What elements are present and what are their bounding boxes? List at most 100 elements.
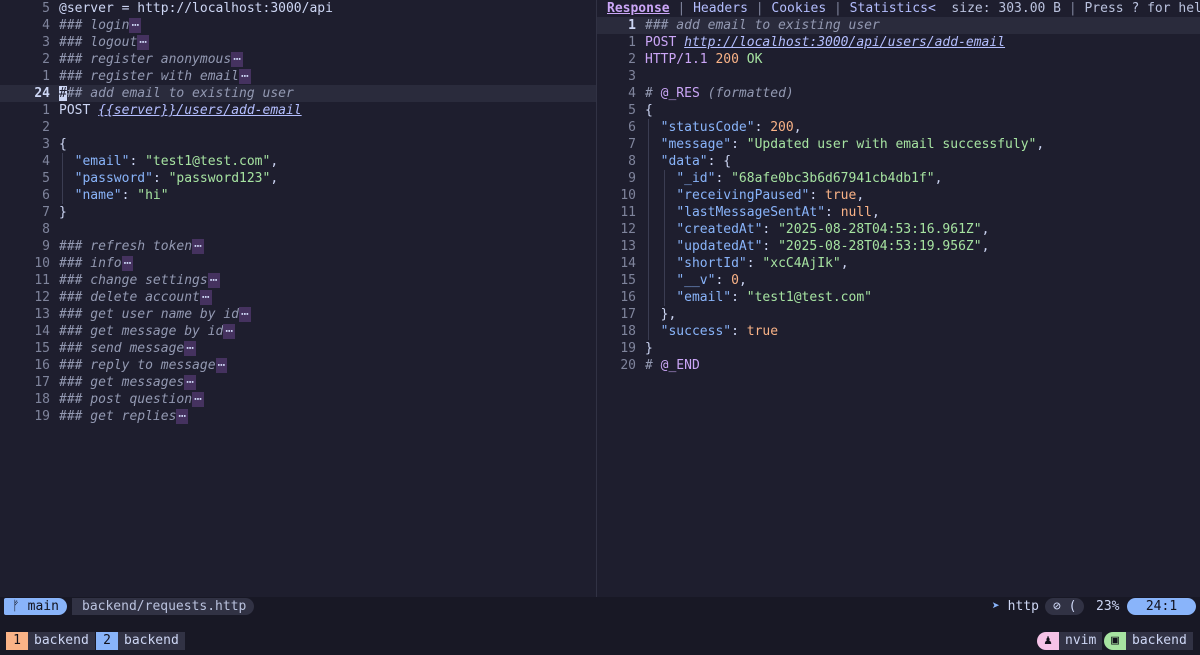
window-1-name[interactable]: backend <box>28 632 95 650</box>
fold-marker[interactable]: ⋯ <box>192 392 204 407</box>
code-line[interactable]: 1 ### add email to existing user <box>597 17 1200 34</box>
line-number: 6 <box>42 188 50 203</box>
code-line[interactable]: 15 "__v": 0, <box>597 272 1200 289</box>
code-line[interactable]: 5{ <box>597 102 1200 119</box>
fold-marker[interactable]: ⋯ <box>223 324 236 339</box>
code-line[interactable]: 9 ### refresh token ⋯ <box>0 238 596 255</box>
tab-separator: | <box>669 1 694 16</box>
fold-marker[interactable]: ⋯ <box>207 273 220 288</box>
code-line[interactable]: 7 "message": "Updated user with email su… <box>597 136 1200 153</box>
code-line[interactable]: 8 <box>0 221 596 238</box>
code-line[interactable]: 14 ### get message by id ⋯ <box>0 323 596 340</box>
code-line[interactable]: 5 "password": "password123", <box>0 170 596 187</box>
line-number: 13 <box>620 239 636 254</box>
tab-statistics[interactable]: Statistics< <box>850 1 936 16</box>
code-line[interactable]: 16 ### reply to message ⋯ <box>0 357 596 374</box>
fold-marker[interactable]: ⋯ <box>137 35 150 50</box>
code-line[interactable]: 13 ### get user name by id ⋯ <box>0 306 596 323</box>
code-line[interactable]: 13 "updatedAt": "2025-08-28T04:53:19.956… <box>597 238 1200 255</box>
code-line[interactable]: 18 "success": true <box>597 323 1200 340</box>
code-line[interactable]: 3 <box>597 68 1200 85</box>
fold-marker[interactable]: ⋯ <box>184 375 197 390</box>
code-line[interactable]: 14 "shortId": "xcC4AjIk", <box>597 255 1200 272</box>
fold-marker[interactable]: ⋯ <box>239 69 251 84</box>
code-token: "message" <box>660 137 732 152</box>
line-number: 8 <box>628 154 636 169</box>
code-token: HTTP/1.1 <box>645 52 716 67</box>
indent-guide <box>664 238 665 255</box>
code-line[interactable]: 15 ### send message ⋯ <box>0 340 596 357</box>
code-line[interactable]: 19} <box>597 340 1200 357</box>
response-pane[interactable]: Response | Headers | Cookies | Statistic… <box>597 0 1200 597</box>
line-content: "name": "hi" <box>59 187 169 204</box>
tab-headers[interactable]: Headers <box>693 1 748 16</box>
tab-response[interactable]: Response <box>607 1 670 16</box>
tab-separator: | <box>1061 1 1085 16</box>
code-line[interactable]: 18 ### post question ⋯ <box>0 391 596 408</box>
code-line[interactable]: 2 ### register anonymous ⋯ <box>0 51 596 68</box>
code-line[interactable]: 24 ### add email to existing user <box>0 85 596 102</box>
git-branch-segment[interactable]: ᚠ main <box>4 598 67 615</box>
code-line[interactable]: 12 ### delete account ⋯ <box>0 289 596 306</box>
code-token: : <box>129 154 146 169</box>
tab-cookies[interactable]: Cookies <box>771 1 826 16</box>
indent-guide <box>648 170 649 187</box>
code-token: true <box>825 188 857 203</box>
tab-separator: | <box>826 1 850 16</box>
code-line[interactable]: 12 "createdAt": "2025-08-28T04:53:16.961… <box>597 221 1200 238</box>
line-number: 3 <box>42 35 50 50</box>
fold-marker[interactable]: ⋯ <box>184 341 197 356</box>
code-line[interactable]: 9 "_id": "68afe0bc3b6d67941cb4db1f", <box>597 170 1200 187</box>
fold-marker[interactable]: ⋯ <box>199 290 212 305</box>
code-line[interactable]: 8 "data": { <box>597 153 1200 170</box>
code-line[interactable]: 10 ### info ⋯ <box>0 255 596 272</box>
code-token: : <box>715 171 732 186</box>
code-line[interactable]: 20 # @_END <box>597 357 1200 374</box>
code-token: , <box>872 205 880 220</box>
code-line[interactable]: 17 ### get messages ⋯ <box>0 374 596 391</box>
fold-marker[interactable]: ⋯ <box>215 358 228 373</box>
indent-guide <box>648 204 649 221</box>
code-line[interactable]: 19 ### get replies ⋯ <box>0 408 596 425</box>
help-hint: Press ? for help <box>1084 1 1200 16</box>
line-content: ### send message ⋯ <box>59 340 197 357</box>
code-line[interactable]: 17 }, <box>597 306 1200 323</box>
code-token: ### info <box>59 256 122 271</box>
code-line[interactable]: 11 ### change settings ⋯ <box>0 272 596 289</box>
code-token: "statusCode" <box>660 120 755 135</box>
window-2-name[interactable]: backend <box>118 632 185 650</box>
code-line[interactable]: 1 POST http://localhost:3000/api/users/ad… <box>597 34 1200 51</box>
code-line[interactable]: 7} <box>0 204 596 221</box>
code-line[interactable]: 2 <box>0 119 596 136</box>
filetype: http <box>1007 599 1039 614</box>
line-number: 1 <box>42 69 50 84</box>
code-line[interactable]: 6 "name": "hi" <box>0 187 596 204</box>
fold-marker[interactable]: ⋯ <box>239 307 251 322</box>
editor-pane-requests[interactable]: 5 @server = http://localhost:3000/api 4 ###… <box>0 0 596 597</box>
code-line[interactable]: 10 "receivingPaused": true, <box>597 187 1200 204</box>
fold-marker[interactable]: ⋯ <box>129 18 142 33</box>
code-line[interactable]: 3 ### logout ⋯ <box>0 34 596 51</box>
code-token: OK <box>746 52 763 67</box>
code-line[interactable]: 16 "email": "test1@test.com" <box>597 289 1200 306</box>
code-line[interactable]: 11 "lastMessageSentAt": null, <box>597 204 1200 221</box>
code-line[interactable]: 6 "statusCode": 200, <box>597 119 1200 136</box>
fold-marker[interactable]: ⋯ <box>231 52 244 67</box>
code-token: : <box>121 188 138 203</box>
code-line[interactable]: 4 # @_RES (formatted) <box>597 85 1200 102</box>
fold-marker[interactable]: ⋯ <box>176 409 189 424</box>
window-1-number[interactable]: 1 <box>6 632 28 650</box>
code-line[interactable]: 2 HTTP/1.1 200 OK <box>597 51 1200 68</box>
fold-marker[interactable]: ⋯ <box>121 256 134 271</box>
line-number: 15 <box>34 341 50 356</box>
window-2-number[interactable]: 2 <box>96 632 118 650</box>
code-line[interactable]: 1 ### register with email ⋯ <box>0 68 596 85</box>
code-line[interactable]: 4 ### login ⋯ <box>0 17 596 34</box>
code-line[interactable]: 4 "email": "test1@test.com", <box>0 153 596 170</box>
code-line[interactable]: 1 POST {{server}}/users/add-email <box>0 102 596 119</box>
code-token: { <box>645 103 653 118</box>
code-line[interactable]: 3{ <box>0 136 596 153</box>
fold-marker[interactable]: ⋯ <box>192 239 204 254</box>
code-line[interactable]: 5 @server = http://localhost:3000/api <box>0 0 596 17</box>
